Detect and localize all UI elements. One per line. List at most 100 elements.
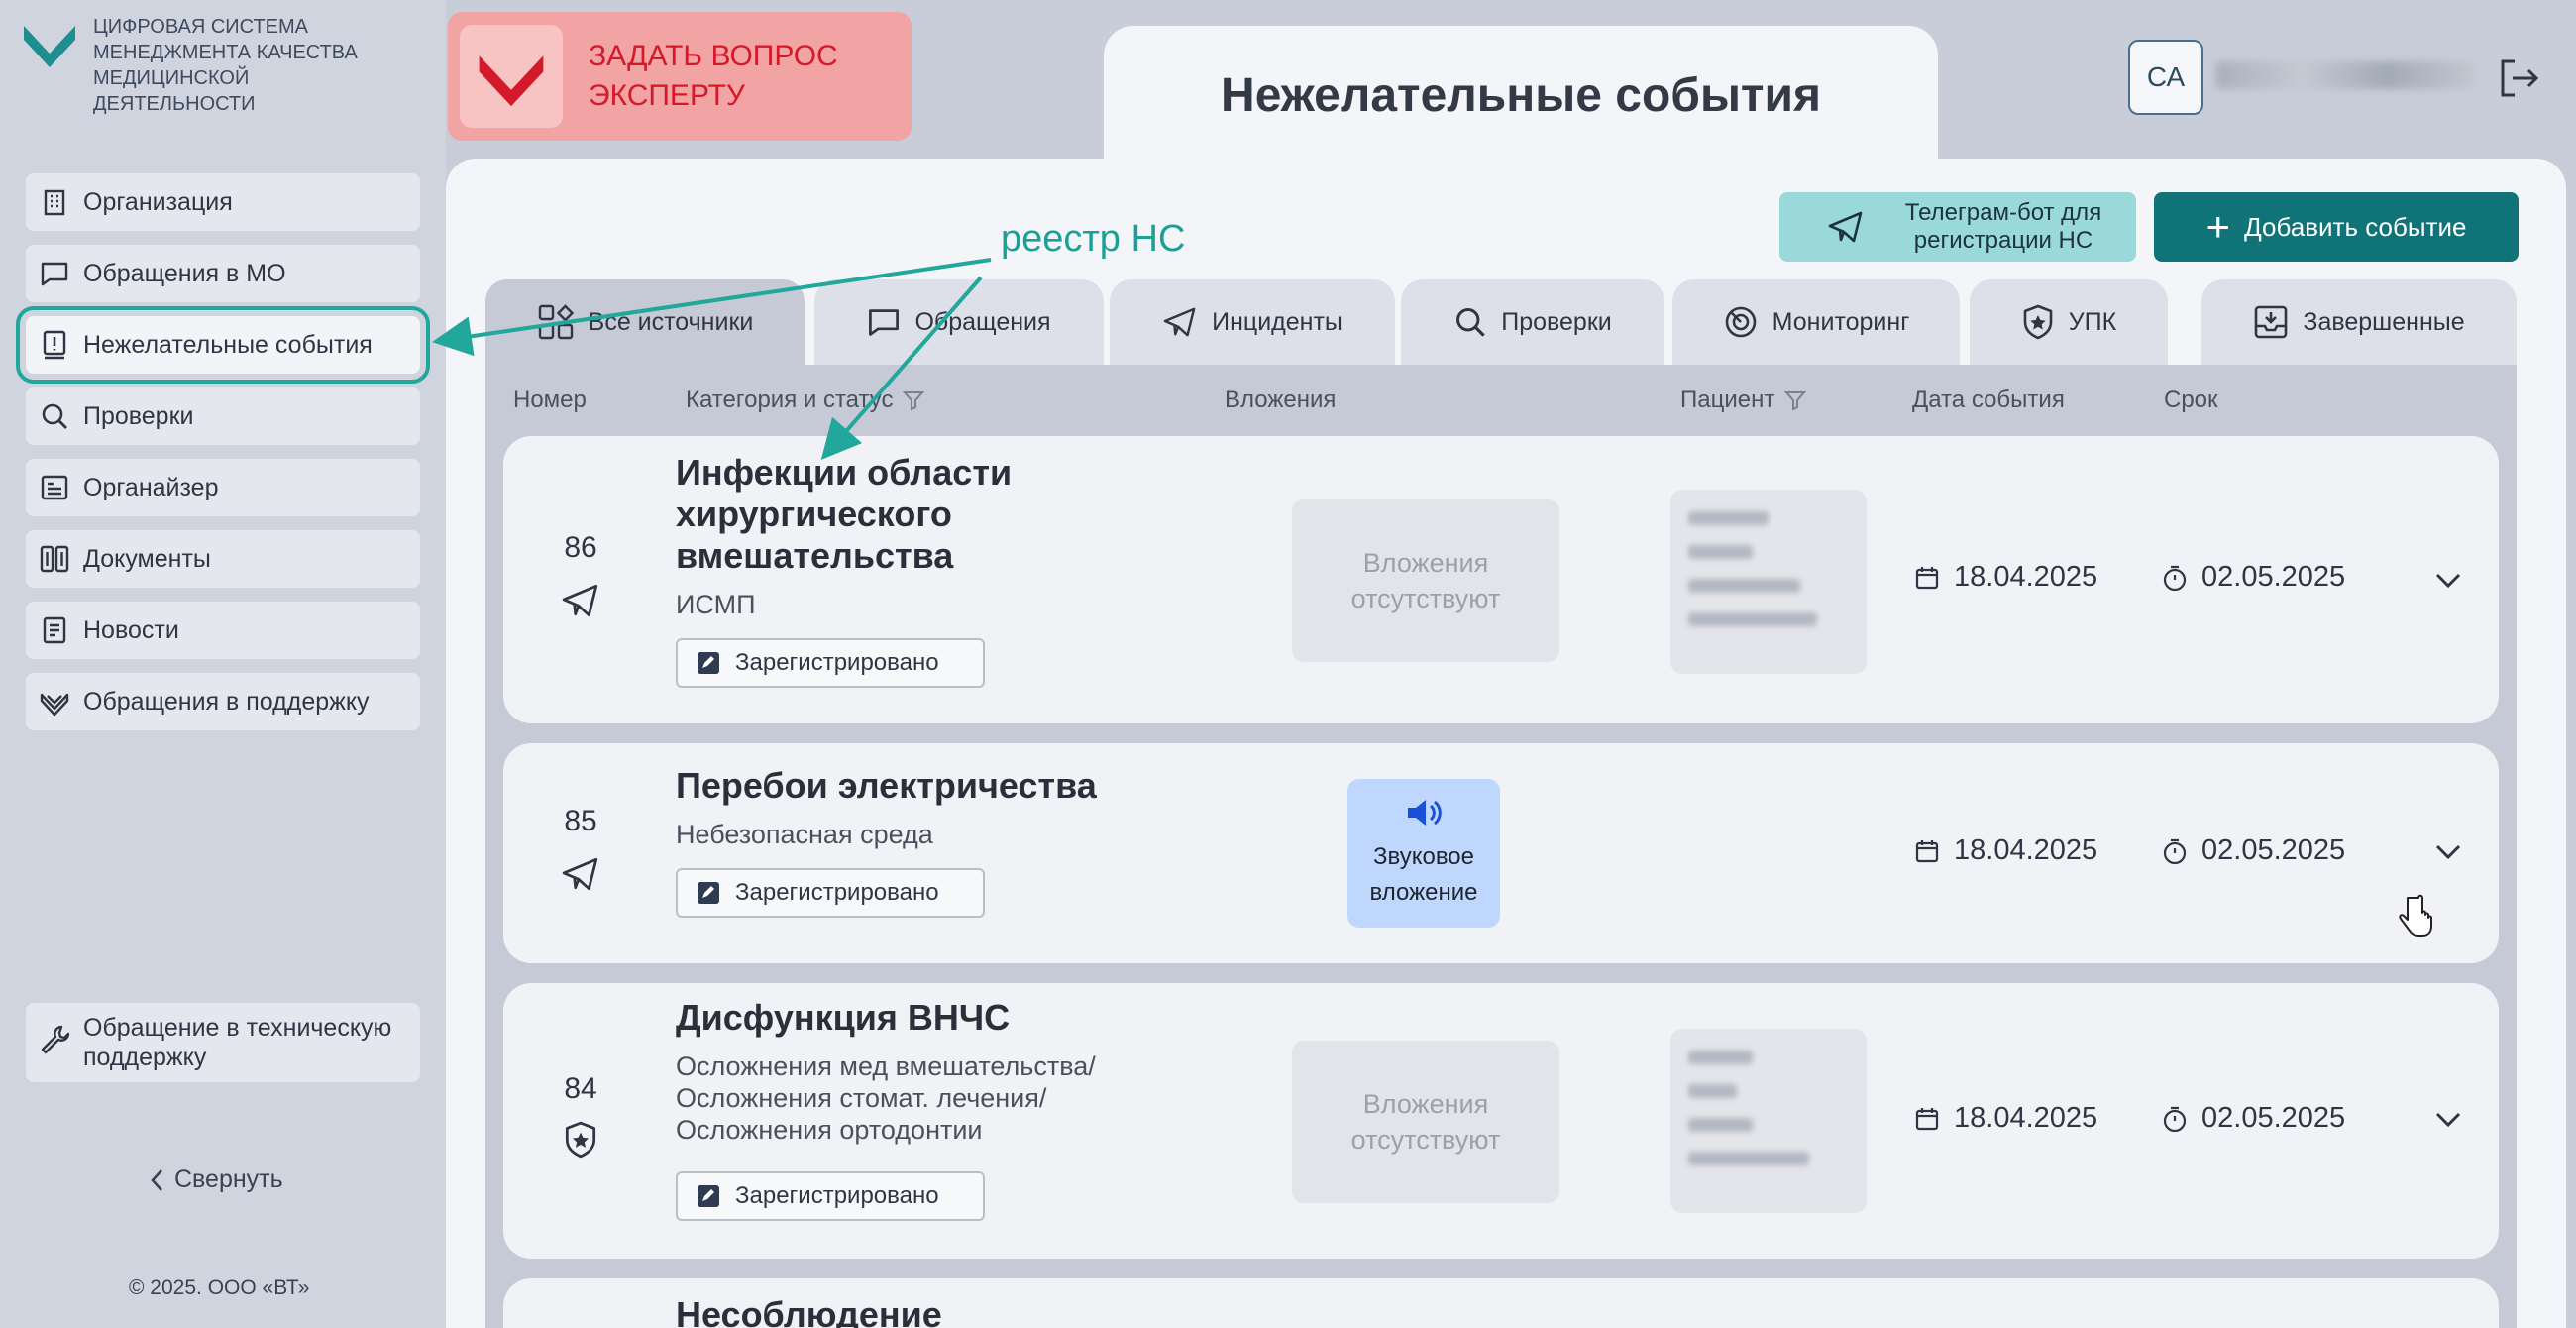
avatar[interactable]: СА bbox=[2128, 40, 2203, 115]
shield-star-icon bbox=[2023, 304, 2053, 340]
tab-label: Все источники bbox=[588, 307, 754, 336]
collapse-label: Свернуть bbox=[174, 1165, 283, 1193]
patient-info-blurred bbox=[1670, 490, 1867, 674]
deadline: 02.05.2025 bbox=[2162, 1102, 2345, 1135]
sidebar-item-organization[interactable]: Организация bbox=[26, 173, 420, 231]
column-header-patient[interactable]: Пациент bbox=[1680, 387, 1807, 414]
event-title: Несоблюдение bbox=[676, 1294, 942, 1328]
patient-info-blurred bbox=[1670, 1029, 1867, 1213]
tab-label: Завершенные bbox=[2303, 307, 2465, 336]
tab-label: Проверки bbox=[1501, 307, 1612, 336]
tab-inspections[interactable]: Проверки bbox=[1401, 279, 1664, 365]
calendar-icon bbox=[1915, 566, 1939, 589]
add-event-button[interactable]: + Добавить событие bbox=[2154, 192, 2519, 262]
column-header-event-date: Дата события bbox=[1912, 387, 2065, 413]
collapse-button[interactable]: Свернуть bbox=[149, 1165, 283, 1194]
support-icon bbox=[38, 685, 71, 719]
tech-support-button[interactable]: Обращение в техническую поддержку bbox=[26, 1003, 420, 1082]
row-number: 85 bbox=[564, 805, 597, 837]
telegram-bot-button[interactable]: Телеграм-бот для регистрации НС bbox=[1779, 192, 2136, 262]
event-date: 18.04.2025 bbox=[1914, 1102, 2097, 1135]
sidebar-item-appeals-mo[interactable]: Обращения в МО bbox=[26, 245, 420, 302]
logo-text: ЦИФРОВАЯ СИСТЕМА МЕНЕДЖМЕНТА КАЧЕСТВА МЕ… bbox=[93, 16, 358, 115]
tab-label: Обращения bbox=[914, 307, 1051, 336]
plus-icon: + bbox=[2205, 203, 2231, 250]
logout-icon[interactable] bbox=[2497, 55, 2542, 101]
column-header-category[interactable]: Категория и статус bbox=[686, 387, 925, 414]
sidebar-item-documents[interactable]: Документы bbox=[26, 530, 420, 588]
send-icon bbox=[562, 584, 598, 617]
chevron-down-icon[interactable] bbox=[2431, 834, 2465, 868]
sidebar-item-label: Нежелательные события bbox=[83, 330, 373, 359]
audio-attachment[interactable]: Звуковое вложение bbox=[1347, 779, 1500, 928]
archive-icon bbox=[2255, 305, 2288, 339]
status-badge: Зарегистрировано bbox=[676, 1171, 985, 1221]
timer-icon bbox=[2163, 565, 2187, 591]
event-title: Инфекции области хирургического вмешател… bbox=[676, 452, 1013, 576]
sidebar-item-support[interactable]: Обращения в поддержку bbox=[26, 673, 420, 730]
deadline: 02.05.2025 bbox=[2162, 561, 2345, 594]
shield-star-icon bbox=[565, 1121, 596, 1159]
send-icon bbox=[1163, 307, 1196, 337]
send-icon bbox=[1828, 211, 1863, 243]
tab-incidents[interactable]: Инциденты bbox=[1110, 279, 1395, 365]
expert-logo-icon bbox=[460, 25, 563, 128]
user-name-blurred[interactable] bbox=[2215, 61, 2473, 89]
filter-icon[interactable] bbox=[1784, 389, 1807, 411]
no-attachments: Вложения отсутствуют bbox=[1292, 1041, 1559, 1203]
tab-appeals[interactable]: Обращения bbox=[814, 279, 1104, 365]
event-date: 18.04.2025 bbox=[1914, 561, 2097, 594]
edit-doc-icon bbox=[698, 882, 719, 904]
column-header-deadline: Срок bbox=[2164, 387, 2218, 413]
status-badge: Зарегистрировано bbox=[676, 638, 985, 688]
tech-support-label: Обращение в техническую поддержку bbox=[83, 1014, 392, 1071]
message-icon bbox=[869, 309, 900, 336]
search-icon bbox=[1456, 308, 1485, 337]
sidebar-item-label: Новости bbox=[83, 615, 179, 644]
tab-label: УПК bbox=[2068, 307, 2117, 336]
copyright: © 2025. ООО «ВТ» bbox=[129, 1276, 310, 1299]
wrench-icon bbox=[38, 1023, 71, 1063]
sidebar-nav: Организация Обращения в МО Нежелательные… bbox=[16, 173, 430, 744]
message-icon bbox=[38, 257, 71, 290]
tab-all-sources[interactable]: Все источники bbox=[485, 279, 805, 365]
deadline: 02.05.2025 bbox=[2162, 834, 2345, 867]
search-icon bbox=[38, 399, 71, 433]
no-attachments: Вложения отсутствуют bbox=[1292, 499, 1559, 662]
add-event-label: Добавить событие bbox=[2244, 211, 2467, 242]
event-category: ИСМП bbox=[676, 590, 756, 619]
sidebar: ЦИФРОВАЯ СИСТЕМА МЕНЕДЖМЕНТА КАЧЕСТВА МЕ… bbox=[0, 0, 446, 1328]
calendar-icon bbox=[1915, 1107, 1939, 1130]
tab-completed[interactable]: Завершенные bbox=[2201, 279, 2517, 365]
page-title: Нежелательные события bbox=[1221, 68, 1821, 122]
send-icon bbox=[562, 857, 598, 891]
timer-icon bbox=[2163, 1106, 2187, 1132]
edit-doc-icon bbox=[698, 652, 719, 674]
sidebar-item-label: Документы bbox=[83, 544, 211, 573]
event-title: Перебои электричества bbox=[676, 765, 1097, 806]
organizer-icon bbox=[38, 471, 71, 504]
chevron-down-icon[interactable] bbox=[2431, 563, 2465, 597]
telegram-bot-label: Телеграм-бот для регистрации НС bbox=[1904, 199, 2102, 254]
news-icon bbox=[38, 613, 71, 647]
building-icon bbox=[38, 185, 71, 219]
tab-monitoring[interactable]: Мониторинг bbox=[1672, 279, 1960, 365]
app-logo[interactable]: ЦИФРОВАЯ СИСТЕМА МЕНЕДЖМЕНТА КАЧЕСТВА МЕ… bbox=[18, 14, 390, 117]
sidebar-item-inspections[interactable]: Проверки bbox=[26, 387, 420, 445]
filter-icon[interactable] bbox=[903, 389, 925, 411]
status-badge: Зарегистрировано bbox=[676, 868, 985, 918]
ask-expert-label: ЗАДАТЬ ВОПРОС ЭКСПЕРТУ bbox=[589, 40, 838, 112]
alert-icon bbox=[38, 328, 71, 362]
tab-upk[interactable]: УПК bbox=[1970, 279, 2168, 365]
event-title: Дисфункция ВНЧС bbox=[676, 997, 1011, 1038]
hand-cursor-icon bbox=[2399, 894, 2432, 937]
sidebar-item-organizer[interactable]: Органайзер bbox=[26, 459, 420, 516]
sidebar-item-adverse-events[interactable]: Нежелательные события bbox=[16, 306, 430, 384]
sidebar-item-news[interactable]: Новости bbox=[26, 602, 420, 659]
timer-icon bbox=[2163, 838, 2187, 864]
calendar-icon bbox=[1915, 839, 1939, 862]
chevron-down-icon[interactable] bbox=[2431, 1102, 2465, 1136]
ask-expert-button[interactable]: ЗАДАТЬ ВОПРОС ЭКСПЕРТУ bbox=[448, 12, 912, 141]
speaker-icon bbox=[1408, 800, 1442, 826]
event-date: 18.04.2025 bbox=[1914, 834, 2097, 867]
